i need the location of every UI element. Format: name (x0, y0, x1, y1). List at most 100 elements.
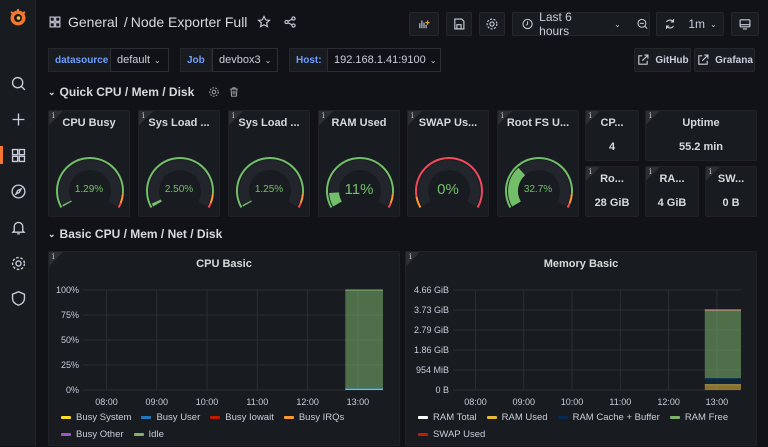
stat-value: 28 GiB (594, 197, 630, 209)
link-label: GitHub (655, 54, 689, 66)
stat-panel[interactable]: i RA... 4 GiB (645, 166, 699, 217)
chart-legend: RAM Total RAM Used RAM Cache + Buffer RAM F… (418, 412, 750, 440)
legend-swatch (418, 416, 428, 419)
time-range-picker[interactable]: Last 6 hours ⌄ (512, 10, 650, 38)
gauge-panel[interactable]: i Sys Load ... 2.50% (138, 110, 220, 217)
legend-swatch (61, 416, 71, 419)
panel-title: Uptime (682, 117, 720, 129)
gear-icon[interactable] (8, 253, 28, 273)
zoom-out-icon[interactable] (636, 17, 649, 31)
breadcrumb-separator: / (123, 14, 128, 30)
gauge-value-arc (62, 200, 72, 207)
legend-item[interactable]: Busy IRQs (283, 412, 345, 423)
x-tick-label: 10:00 (561, 397, 584, 407)
legend-item[interactable]: Busy System (61, 412, 131, 423)
gauge-value: 11% (344, 181, 374, 198)
bell-icon[interactable] (8, 217, 28, 237)
grafana-logo[interactable] (8, 8, 28, 28)
search-icon[interactable] (8, 73, 28, 93)
stat-panel[interactable]: i Ro... 28 GiB (585, 166, 639, 217)
threshold-arc (297, 202, 302, 208)
row-header-basic[interactable]: ⌄ Basic CPU / Mem / Net / Disk (48, 227, 222, 241)
gauge-panel[interactable]: i Sys Load ... 1.25% (228, 110, 310, 217)
gauge-value-arc (242, 200, 252, 207)
cpu-basic-panel[interactable]: i CPU Basic 100% 75% 50% 25% 0% 08:00 09:00 10:00… (48, 251, 400, 446)
threshold-arc (568, 193, 573, 204)
legend-label: Busy IRQs (298, 412, 345, 423)
plus-icon[interactable] (8, 109, 28, 129)
chevron-down-icon: ⌄ (48, 228, 56, 239)
share-icon[interactable] (283, 15, 297, 29)
legend-item[interactable]: RAM Used (486, 412, 548, 423)
legend-item[interactable]: Idle (133, 429, 164, 440)
legend-item[interactable]: RAM Cache + Buffer (557, 412, 660, 423)
tv-mode-button[interactable] (731, 12, 759, 36)
monitor-icon (739, 19, 751, 30)
settings-button[interactable] (479, 12, 505, 36)
row-header-quick[interactable]: ⌄ Quick CPU / Mem / Disk (48, 85, 240, 99)
memory-basic-panel[interactable]: i Memory Basic 4.66 GiB 3.73 GiB 2.79 GiB 1.8… (405, 251, 757, 446)
sidebar (0, 0, 36, 446)
gauge-panel[interactable]: i Root FS U... 32.7% (497, 110, 579, 217)
save-icon (454, 18, 465, 30)
legend-item[interactable]: Busy User (141, 412, 200, 423)
chart-legend: Busy System Busy User Busy Iowait Busy IRQs… (61, 412, 393, 440)
series-area (704, 309, 741, 379)
stat-value: 55.2 min (678, 141, 724, 153)
legend-swatch (669, 416, 680, 419)
panel-title: CP... (600, 117, 624, 129)
legend-label: RAM Cache + Buffer (572, 412, 660, 423)
compass-icon[interactable] (8, 181, 28, 201)
dashboards-icon[interactable] (8, 145, 28, 165)
variable-value: 192.168.1.41:9100 (334, 54, 426, 66)
refresh-interval: 1m (688, 17, 705, 31)
legend-swatch (133, 433, 144, 436)
gear-icon[interactable] (208, 86, 220, 98)
folder-link[interactable]: General (68, 14, 118, 30)
panel-title: RA... (659, 173, 685, 185)
gauge-value-arc (151, 199, 162, 207)
gauge-panel[interactable]: i SWAP Us... 0% (407, 110, 489, 217)
page-title: Node Exporter Full (130, 14, 248, 30)
threshold-arc (207, 202, 212, 208)
legend-item[interactable]: SWAP Used (418, 429, 485, 440)
y-tick-label: 100% (56, 285, 79, 295)
y-tick-label: 4.66 GiB (414, 285, 449, 295)
shield-icon[interactable] (8, 288, 28, 308)
variable-select-job[interactable]: devbox3 ⌄ (212, 48, 278, 72)
threshold-arc (387, 202, 392, 208)
stat-panel[interactable]: i Uptime 55.2 min (645, 110, 757, 161)
legend-item[interactable]: RAM Total (418, 412, 477, 423)
threshold-arc (117, 202, 122, 208)
stat-panel[interactable]: i CP... 4 (585, 110, 639, 161)
gauge-panel[interactable]: i CPU Busy 1.29% (48, 110, 130, 217)
legend-item[interactable]: Busy Other (61, 429, 124, 440)
threshold-arc (119, 193, 124, 204)
variable-select-host[interactable]: 192.168.1.41:9100 ⌄ (327, 48, 441, 72)
stat-value: 4 (608, 141, 616, 153)
gauge (415, 157, 483, 208)
github-link[interactable]: GitHub (634, 48, 691, 72)
threshold-arc (299, 193, 304, 204)
save-button[interactable] (446, 12, 472, 36)
row-title: Quick CPU / Mem / Disk (59, 85, 195, 99)
series-area (345, 290, 383, 389)
gauge-panel[interactable]: i RAM Used 11% (318, 110, 400, 217)
legend-item[interactable]: RAM Free (669, 412, 728, 423)
chevron-down-icon: ⌄ (48, 86, 56, 97)
add-panel-button[interactable] (409, 12, 439, 36)
refresh-picker[interactable]: 1m ⌄ (656, 12, 724, 36)
stat-panel[interactable]: i SW... 0 B (705, 166, 757, 217)
gauge (146, 157, 214, 208)
gauge-value: 32.7% (523, 184, 553, 195)
trash-icon[interactable] (228, 86, 240, 98)
legend-label: Idle (148, 429, 164, 440)
x-tick-label: 13:00 (706, 397, 729, 407)
grafana-link[interactable]: Grafana (694, 48, 755, 72)
x-tick-label: 12:00 (296, 397, 319, 407)
legend-label: Busy Other (76, 429, 124, 440)
legend-item[interactable]: Busy Iowait (210, 412, 274, 423)
star-icon[interactable] (257, 15, 272, 29)
variable-select-datasource[interactable]: default ⌄ (110, 48, 169, 72)
x-tick-label: 11:00 (246, 397, 268, 407)
